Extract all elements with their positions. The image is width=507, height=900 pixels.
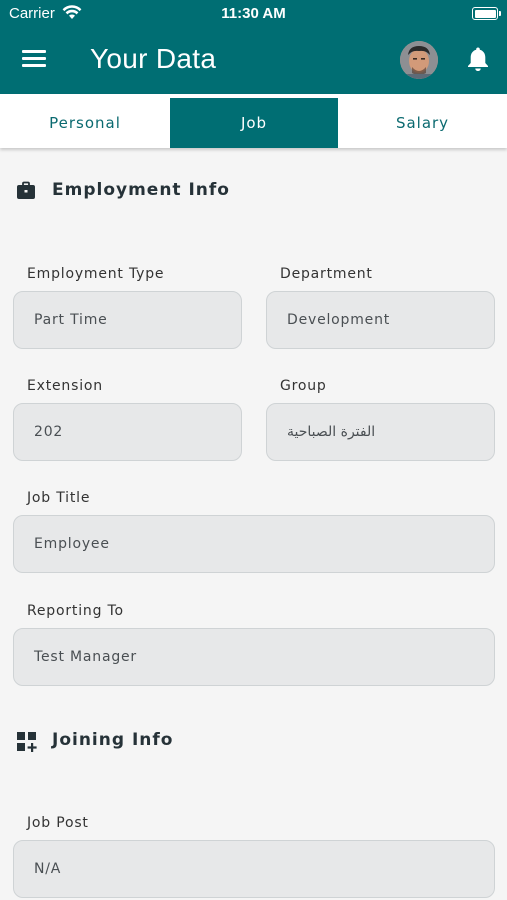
clock: 11:30 AM: [221, 5, 286, 22]
joining-info-title: Joining Info: [52, 730, 174, 750]
add-grid-icon: [16, 731, 38, 757]
employment-info-title: Employment Info: [52, 180, 230, 200]
group-label: Group: [280, 378, 327, 394]
extension-field[interactable]: 202: [13, 403, 242, 461]
reporting-to-label: Reporting To: [27, 603, 124, 619]
bell-icon[interactable]: [466, 46, 490, 72]
department-label: Department: [280, 266, 373, 282]
tab-bar: Personal Job Salary: [0, 94, 507, 148]
status-bar: Carrier 11:30 AM: [0, 0, 507, 30]
employment-type-field[interactable]: Part Time: [13, 291, 242, 349]
tab-personal[interactable]: Personal: [0, 98, 170, 148]
battery-icon: [472, 7, 501, 20]
department-field[interactable]: Development: [266, 291, 495, 349]
job-title-label: Job Title: [27, 490, 91, 506]
group-field[interactable]: الفترة الصباحية: [266, 403, 495, 461]
job-title-field[interactable]: Employee: [13, 515, 495, 573]
tab-job[interactable]: Job: [170, 98, 338, 148]
app-header: Carrier 11:30 AM Your Data: [0, 0, 507, 94]
extension-label: Extension: [27, 378, 103, 394]
page-title: Your Data: [90, 43, 217, 74]
employment-type-label: Employment Type: [27, 266, 165, 282]
avatar[interactable]: [400, 41, 438, 79]
reporting-to-field[interactable]: Test Manager: [13, 628, 495, 686]
hamburger-menu-icon[interactable]: [22, 50, 48, 70]
job-post-field[interactable]: N/A: [13, 840, 495, 898]
briefcase-icon: [16, 181, 36, 205]
job-post-label: Job Post: [27, 815, 89, 831]
tab-salary[interactable]: Salary: [338, 98, 507, 148]
